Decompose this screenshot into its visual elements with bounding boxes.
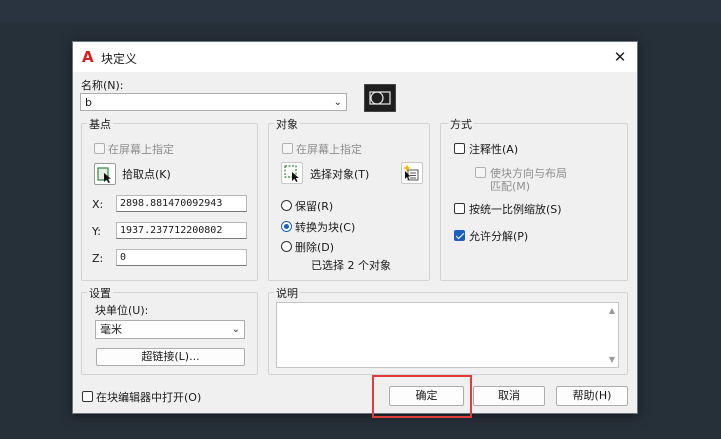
cancel-button[interactable]: 取消 <box>473 386 545 406</box>
delete-radio[interactable] <box>281 241 292 252</box>
pick-point-icon <box>97 167 111 183</box>
pick-point-button[interactable] <box>94 163 116 185</box>
scale-uniformly-label: 按统一比例缩放(S) <box>469 203 562 216</box>
select-objects-icon <box>284 165 299 182</box>
retain-radio[interactable] <box>281 200 292 211</box>
block-preview-icon <box>369 91 391 105</box>
title-bar: A 块定义 ✕ <box>73 42 637 72</box>
description-textarea[interactable]: ▲ ▼ <box>276 302 619 368</box>
block-definition-dialog: A 块定义 ✕ 名称(N): b ⌄ 基点 在屏幕上指定 拾取点(K) X: 2… <box>72 41 638 414</box>
close-button[interactable]: ✕ <box>609 46 631 68</box>
z-coordinate-input[interactable]: 0 <box>116 249 247 266</box>
autocad-a-icon: A <box>82 48 94 66</box>
x-coordinate-input[interactable]: 2898.881470092943 <box>116 195 247 212</box>
scroll-down-icon[interactable]: ▼ <box>609 355 615 364</box>
block-preview <box>364 84 396 112</box>
allow-exploding-label: 允许分解(P) <box>469 230 529 243</box>
objects-specify-on-screen-label: 在屏幕上指定 <box>296 143 362 156</box>
annotative-checkbox[interactable] <box>454 143 465 154</box>
quick-select-button[interactable] <box>401 162 423 184</box>
description-title: 说明 <box>274 285 300 301</box>
delete-label: 删除(D) <box>295 241 335 254</box>
retain-label: 保留(R) <box>295 200 334 213</box>
convert-to-block-label: 转换为块(C) <box>295 221 356 234</box>
selected-count-text: 已选择 2 个对象 <box>311 259 391 272</box>
objects-specify-on-screen-checkbox[interactable] <box>282 143 293 154</box>
match-orientation-checkbox[interactable] <box>475 167 486 178</box>
background-strip <box>0 0 721 22</box>
block-unit-combobox[interactable]: 毫米 ⌄ <box>95 320 245 339</box>
block-unit-value: 毫米 <box>100 323 122 336</box>
allow-exploding-checkbox[interactable] <box>454 230 465 241</box>
annotative-label: 注释性(A) <box>469 143 519 156</box>
chevron-down-icon[interactable]: ⌄ <box>232 321 240 338</box>
name-value: b <box>85 96 92 109</box>
dialog-title: 块定义 <box>101 52 138 66</box>
match-orientation-label-2: 匹配(M) <box>490 180 531 193</box>
select-objects-label: 选择对象(T) <box>310 168 370 181</box>
chevron-down-icon[interactable]: ⌄ <box>334 94 342 111</box>
pick-point-label: 拾取点(K) <box>122 168 171 181</box>
convert-to-block-radio[interactable] <box>281 221 292 232</box>
y-coordinate-input[interactable]: 1937.237712200802 <box>116 222 247 239</box>
select-objects-button[interactable] <box>281 162 303 184</box>
x-label: X: <box>92 198 104 211</box>
open-in-block-editor-label: 在块编辑器中打开(O) <box>96 391 202 404</box>
base-point-specify-on-screen-label: 在屏幕上指定 <box>108 143 174 156</box>
base-point-title: 基点 <box>87 116 113 132</box>
block-unit-label: 块单位(U): <box>95 304 149 317</box>
quick-select-icon <box>403 164 419 181</box>
help-button[interactable]: 帮助(H) <box>556 386 628 406</box>
settings-title: 设置 <box>87 285 113 301</box>
hyperlink-button[interactable]: 超链接(L)... <box>96 348 245 366</box>
scroll-up-icon[interactable]: ▲ <box>609 306 615 315</box>
name-label: 名称(N): <box>81 79 124 92</box>
behavior-title: 方式 <box>448 116 474 132</box>
objects-title: 对象 <box>274 116 300 132</box>
name-combobox[interactable]: b ⌄ <box>80 93 347 111</box>
z-label: Z: <box>92 252 104 265</box>
scale-uniformly-checkbox[interactable] <box>454 203 465 214</box>
open-in-block-editor-checkbox[interactable] <box>82 391 93 402</box>
base-point-specify-on-screen-checkbox[interactable] <box>94 143 105 154</box>
y-label: Y: <box>92 225 101 238</box>
ok-button-highlight <box>372 375 472 418</box>
